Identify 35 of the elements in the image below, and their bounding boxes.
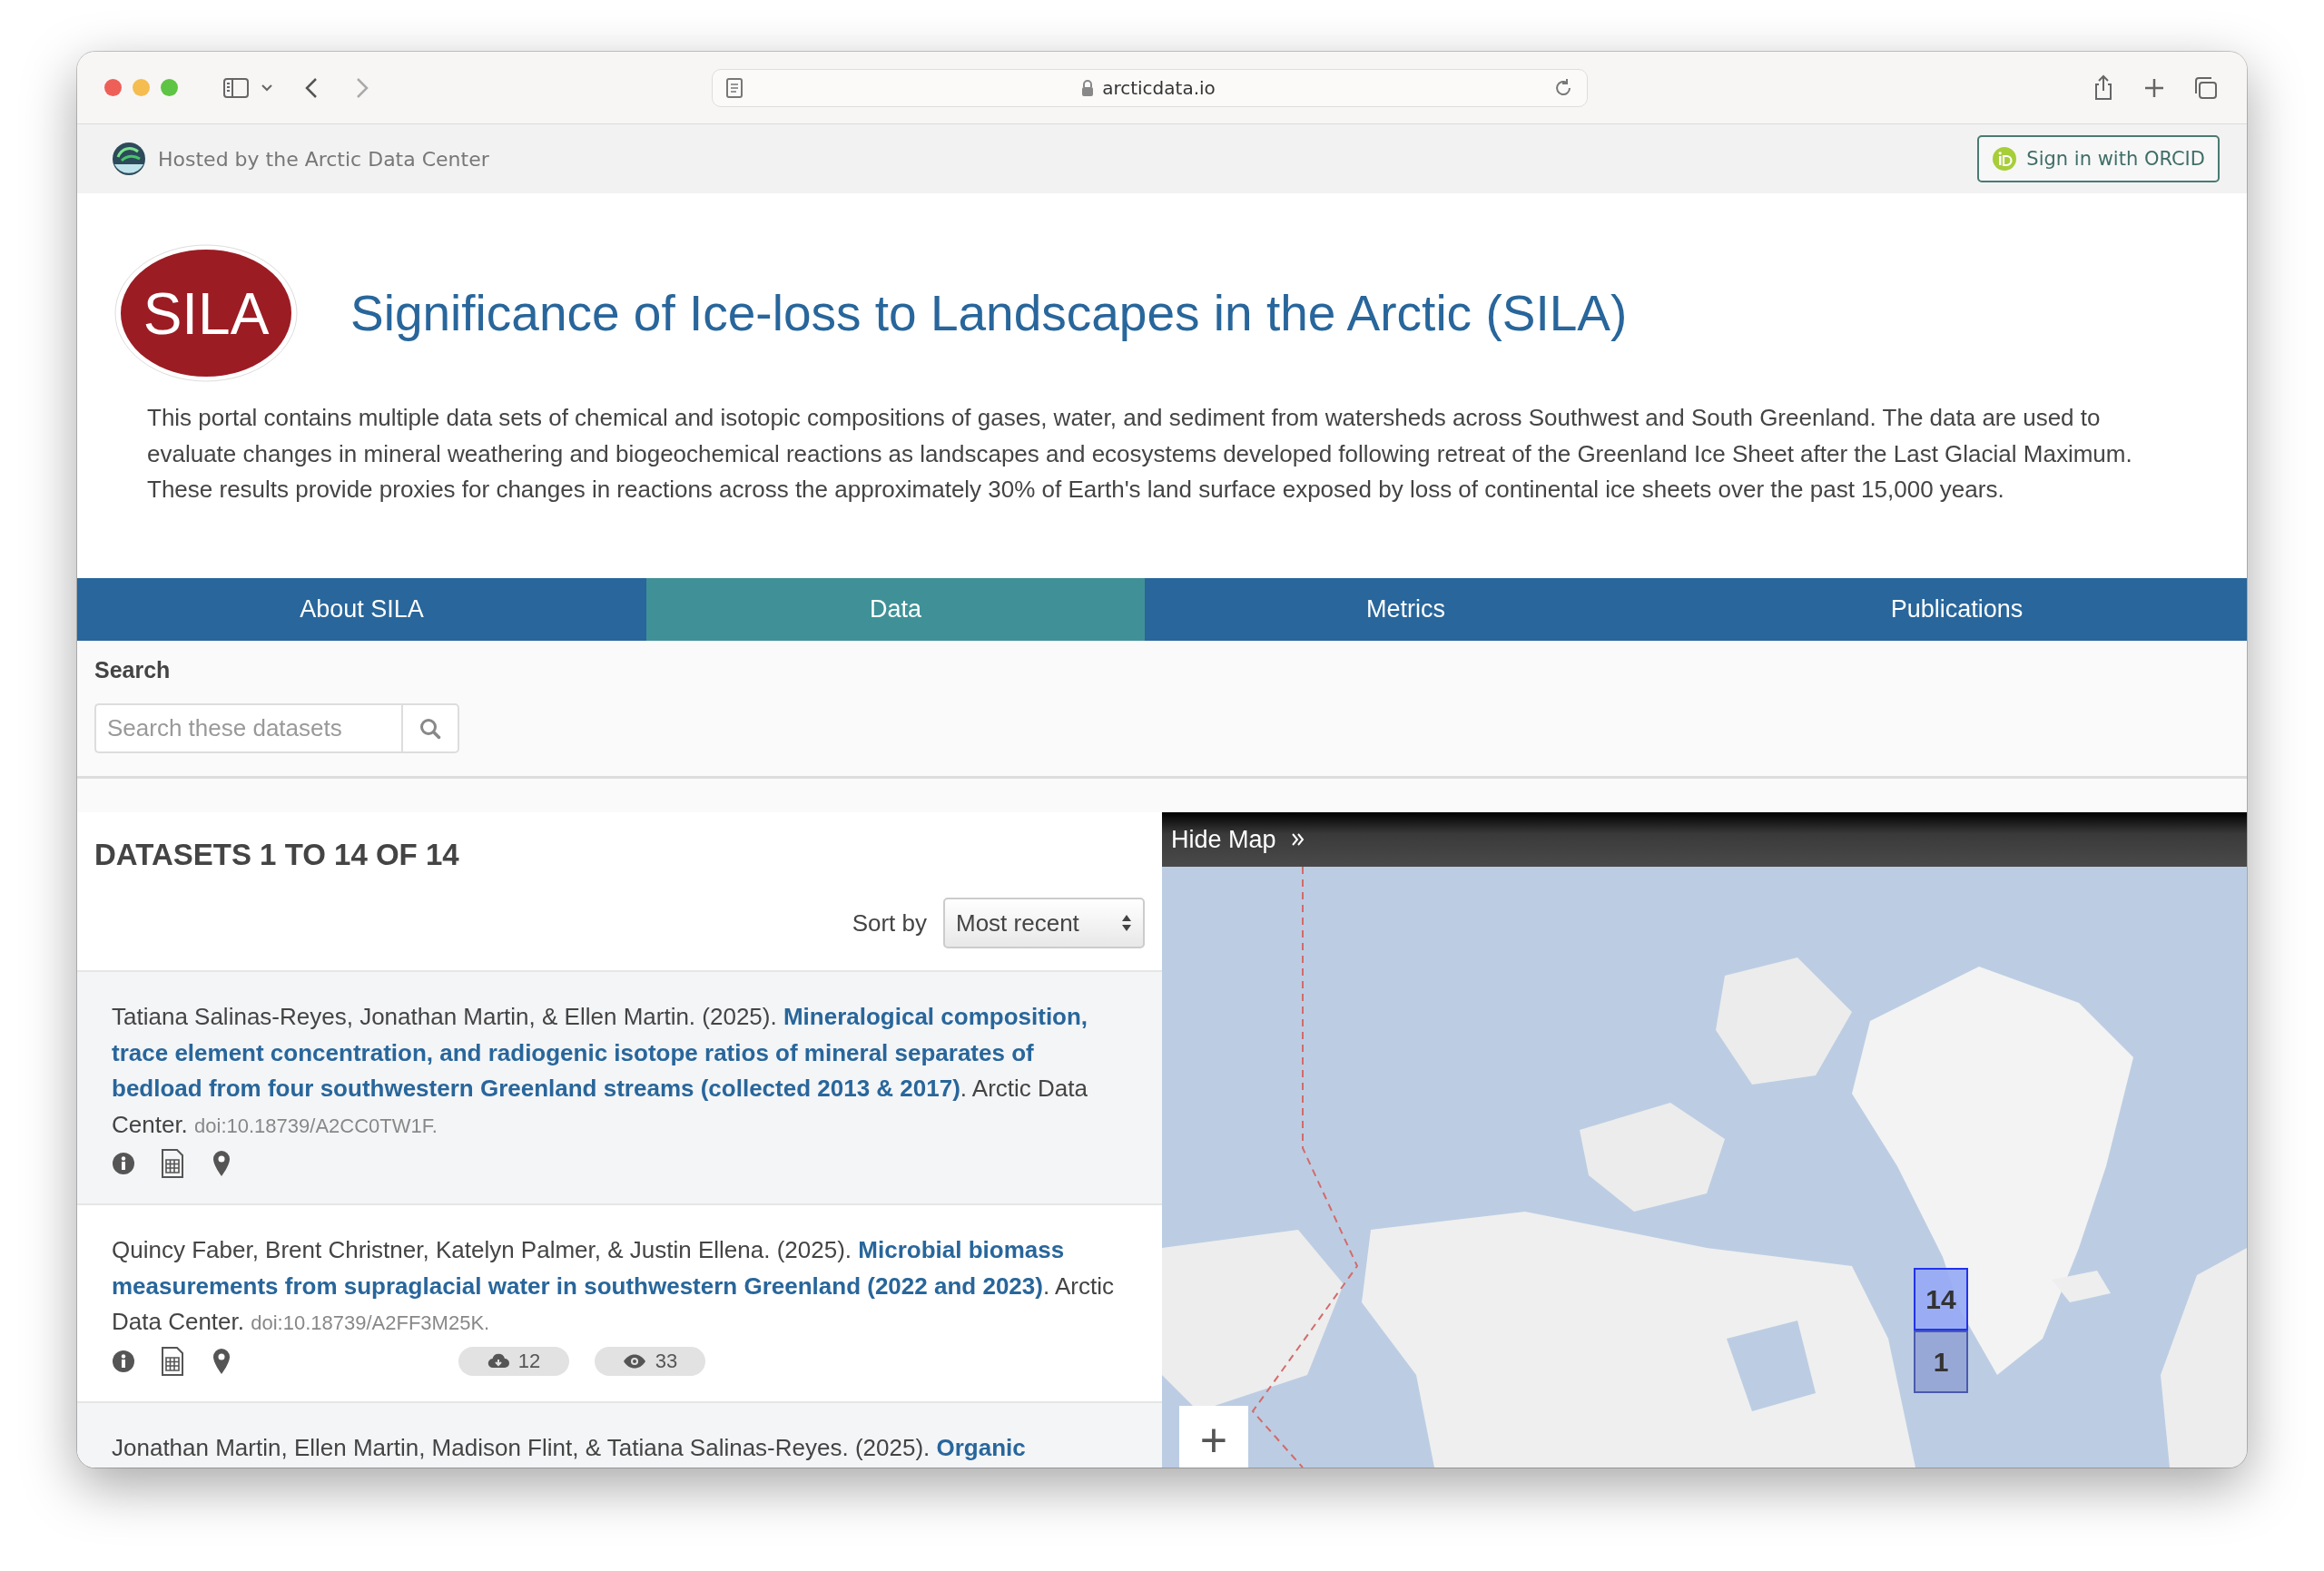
sort-dropdown[interactable]: Most recent xyxy=(943,898,1145,948)
close-window-button[interactable] xyxy=(104,79,122,96)
orcid-sign-in-button[interactable]: Sign in with ORCID xyxy=(1977,135,2220,182)
dataset-citation: Jonathan Martin, Ellen Martin, Madison Flint, & Tatiana Salinas-Reyes. (2025). Organic xyxy=(112,1432,1027,1463)
search-icon[interactable] xyxy=(419,716,442,741)
map-cluster-marker[interactable]: 1 xyxy=(1914,1330,1968,1393)
search-button[interactable] xyxy=(401,703,459,753)
lock-icon xyxy=(1080,78,1096,97)
updown-caret-icon xyxy=(1121,913,1132,933)
spreadsheet-icon[interactable] xyxy=(161,1346,184,1376)
address-bar[interactable]: arcticdata.io xyxy=(712,68,1588,107)
double-chevron-icon[interactable] xyxy=(1290,831,1305,848)
cloud-download-icon xyxy=(487,1351,509,1370)
url-text: arcticdata.io xyxy=(1102,76,1216,99)
search-field[interactable]: Search these datasets xyxy=(94,703,401,753)
sort-label: Sort by xyxy=(852,908,927,938)
nav-tab[interactable]: Data xyxy=(646,578,1145,641)
portal-description: This portal contains multiple data sets of chemical and isotopic compositions of gases, water, and sediment from watersheds across Southwest and South Greenland. The data are used to evaluate changes in mineral weathering and biogeochemical reactions as landscapes and ecosystems developed following retreat of the Greenland Ice Sheet after the Last Glacial Maximum. These results provide proxies for changes in reactions across the approximately 30% of Earth's land surface exposed by loss of continental ice sheets over the past 15,000 years. xyxy=(147,403,2133,505)
globe-logo-icon xyxy=(111,141,147,177)
portal-title: Significance of Ice-loss to Landscapes in the Arctic (SILA) xyxy=(350,284,1628,342)
sila-logo: SILA xyxy=(113,242,300,384)
spreadsheet-icon[interactable] xyxy=(161,1149,184,1178)
hosted-by-text: Hosted by the Arctic Data Center xyxy=(158,147,489,171)
eye-icon xyxy=(622,1352,646,1370)
results-heading: DATASETS 1 TO 14 OF 14 xyxy=(94,838,460,872)
hide-map-toggle[interactable]: Hide Map xyxy=(1171,825,1276,854)
orcid-icon xyxy=(1992,146,2018,172)
dataset-citation: Tatiana Salinas-Reyes, Jonathan Martin, & Ellen Martin. (2025). Mineralogical composition, trace element concentration, and radiogenic isotope ratios of mineral separates of bedload from four southwestern Greenland streams (collected 2013 & 2017). Arctic Data Center. doi:10.18739/A2CC0TW1F. xyxy=(112,1002,1089,1140)
dataset-citation: Quincy Faber, Brent Christner, Katelyn Palmer, & Justin Ellena. (2025). Microbial biomass measurements from supraglacial water in southwestern Greenland (2022 and 2023). Arctic Data Center. doi:10.18739/A2FF3M25K. xyxy=(112,1235,1115,1337)
map-cluster-marker[interactable]: 14 xyxy=(1914,1268,1968,1330)
zoom-in-button[interactable]: + xyxy=(1179,1406,1248,1468)
views-badge: 33 xyxy=(595,1346,705,1376)
reader-icon[interactable] xyxy=(725,76,743,99)
downloads-badge: 12 xyxy=(458,1346,569,1376)
search-label: Search xyxy=(94,657,172,683)
